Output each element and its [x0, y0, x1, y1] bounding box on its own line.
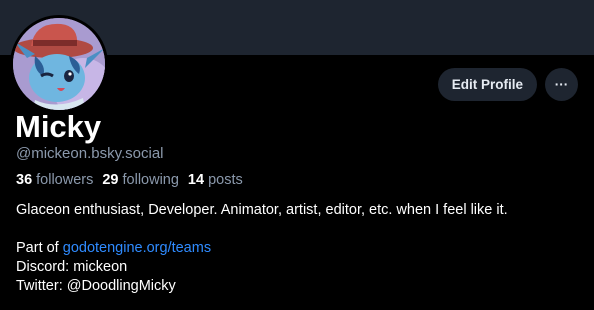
followers-count: 36 [16, 172, 33, 188]
following-label: following [122, 172, 179, 188]
posts-stat: 14 posts [188, 171, 243, 189]
posts-label: posts [208, 172, 243, 188]
bio-line-part-of: Part of godotengine.org/teams [16, 239, 576, 258]
following-link[interactable]: 29 following [102, 171, 179, 189]
display-name: Micky [15, 109, 102, 144]
edit-profile-button[interactable]: Edit Profile [437, 68, 537, 101]
followers-label: followers [36, 172, 94, 188]
bio-line-intro: Glaceon enthusiast, Developer. Animator,… [16, 202, 508, 218]
glaceon-avatar-image [13, 18, 105, 110]
profile-stats: 36 followers 29 following 14 posts [16, 171, 243, 189]
bio-blank-line [16, 220, 576, 239]
profile-actions: Edit Profile ··· [437, 68, 578, 101]
bio-line-twitter: Twitter: @DoodlingMicky [16, 278, 176, 294]
part-of-prefix: Part of [16, 240, 63, 256]
godot-teams-link[interactable]: godotengine.org/teams [63, 240, 211, 256]
followers-link[interactable]: 36 followers [16, 171, 93, 189]
more-options-button[interactable]: ··· [545, 68, 578, 101]
posts-count: 14 [187, 172, 205, 188]
following-count: 29 [102, 172, 119, 188]
profile-handle: @mickeon.bsky.social [16, 145, 164, 162]
bio-line-discord: Discord: mickeon [16, 259, 128, 275]
ellipsis-icon: ··· [554, 77, 569, 92]
avatar[interactable] [10, 15, 108, 113]
profile-bio: Glaceon enthusiast, Developer. Animator,… [16, 201, 576, 296]
